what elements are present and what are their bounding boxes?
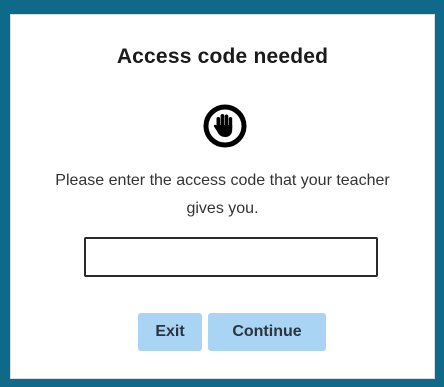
access-code-dialog: Access code needed Please enter the acce… xyxy=(10,14,435,379)
continue-button[interactable]: Continue xyxy=(208,313,326,351)
exit-button[interactable]: Exit xyxy=(138,313,202,351)
stop-hand-icon xyxy=(203,104,246,148)
instruction-text: Please enter the access code that your t… xyxy=(55,172,390,217)
window-frame: Access code needed Please enter the acce… xyxy=(0,0,444,387)
access-code-input[interactable] xyxy=(84,237,378,277)
dialog-title: Access code needed xyxy=(116,45,329,68)
